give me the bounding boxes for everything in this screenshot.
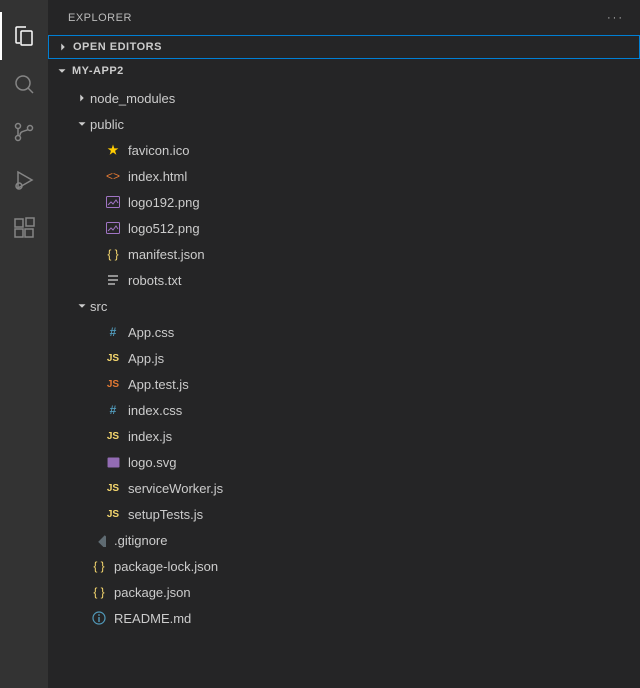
folder-label: public <box>90 117 124 132</box>
file-setup-tests[interactable]: JS setupTests.js <box>48 501 640 527</box>
git-icon <box>90 531 108 549</box>
file-label: manifest.json <box>128 247 205 262</box>
panel-title: Explorer <box>68 12 132 24</box>
info-icon <box>90 609 108 627</box>
folder-node-modules[interactable]: node_modules <box>48 85 640 111</box>
json-icon: { } <box>90 557 108 575</box>
file-manifest[interactable]: { } manifest.json <box>48 241 640 267</box>
file-label: index.html <box>128 169 187 184</box>
file-readme[interactable]: README.md <box>48 605 640 631</box>
activity-bar <box>0 0 48 688</box>
extensions-icon[interactable] <box>0 204 48 252</box>
file-gitignore[interactable]: .gitignore <box>48 527 640 553</box>
html-icon: <> <box>104 167 122 185</box>
file-favicon[interactable]: ★ favicon.ico <box>48 137 640 163</box>
json-icon: { } <box>104 245 122 263</box>
file-index-css[interactable]: # index.css <box>48 397 640 423</box>
chevron-down-icon <box>74 116 90 132</box>
image-icon <box>104 193 122 211</box>
file-logo512[interactable]: logo512.png <box>48 215 640 241</box>
svg-icon <box>104 453 122 471</box>
file-package-json[interactable]: { } package.json <box>48 579 640 605</box>
js-icon: JS <box>104 505 122 523</box>
folder-public[interactable]: public <box>48 111 640 137</box>
file-label: package-lock.json <box>114 559 218 574</box>
file-logo-svg[interactable]: logo.svg <box>48 449 640 475</box>
file-label: App.css <box>128 325 174 340</box>
css-icon: # <box>104 323 122 341</box>
source-control-icon[interactable] <box>0 108 48 156</box>
favicon-icon: ★ <box>104 141 122 159</box>
explorer-sidebar: Explorer ··· Open Editors my-app2 node_m… <box>48 0 640 688</box>
text-icon <box>104 271 122 289</box>
file-index-html[interactable]: <> index.html <box>48 163 640 189</box>
js-icon: JS <box>104 479 122 497</box>
folder-label: src <box>90 299 107 314</box>
more-actions-icon[interactable]: ··· <box>607 12 624 24</box>
chevron-down-icon <box>74 298 90 314</box>
file-index-js[interactable]: JS index.js <box>48 423 640 449</box>
folder-label: node_modules <box>90 91 175 106</box>
js-icon: JS <box>104 349 122 367</box>
js-icon: JS <box>104 427 122 445</box>
file-label: index.js <box>128 429 172 444</box>
test-js-icon: JS <box>104 375 122 393</box>
file-service-worker[interactable]: JS serviceWorker.js <box>48 475 640 501</box>
file-logo192[interactable]: logo192.png <box>48 189 640 215</box>
project-header[interactable]: my-app2 <box>48 59 640 83</box>
file-label: logo.svg <box>128 455 176 470</box>
open-editors-label: Open Editors <box>73 41 162 53</box>
file-app-css[interactable]: # App.css <box>48 319 640 345</box>
file-label: App.test.js <box>128 377 189 392</box>
run-debug-icon[interactable] <box>0 156 48 204</box>
file-robots[interactable]: robots.txt <box>48 267 640 293</box>
file-package-lock[interactable]: { } package-lock.json <box>48 553 640 579</box>
folder-src[interactable]: src <box>48 293 640 319</box>
file-label: favicon.ico <box>128 143 189 158</box>
file-label: package.json <box>114 585 191 600</box>
file-label: README.md <box>114 611 191 626</box>
chevron-right-icon <box>55 39 71 55</box>
file-label: .gitignore <box>114 533 167 548</box>
file-label: App.js <box>128 351 164 366</box>
file-label: serviceWorker.js <box>128 481 223 496</box>
file-label: robots.txt <box>128 273 181 288</box>
project-name: my-app2 <box>72 65 124 77</box>
css-icon: # <box>104 401 122 419</box>
panel-header: Explorer ··· <box>48 0 640 35</box>
file-label: logo512.png <box>128 221 200 236</box>
open-editors-header[interactable]: Open Editors <box>48 35 640 59</box>
file-label: index.css <box>128 403 182 418</box>
search-icon[interactable] <box>0 60 48 108</box>
image-icon <box>104 219 122 237</box>
file-app-js[interactable]: JS App.js <box>48 345 640 371</box>
file-label: setupTests.js <box>128 507 203 522</box>
chevron-down-icon <box>54 63 70 79</box>
explorer-icon[interactable] <box>0 12 48 60</box>
file-tree: node_modules public ★ favicon.ico <> ind… <box>48 83 640 633</box>
file-label: logo192.png <box>128 195 200 210</box>
chevron-right-icon <box>74 90 90 106</box>
file-app-test[interactable]: JS App.test.js <box>48 371 640 397</box>
json-icon: { } <box>90 583 108 601</box>
